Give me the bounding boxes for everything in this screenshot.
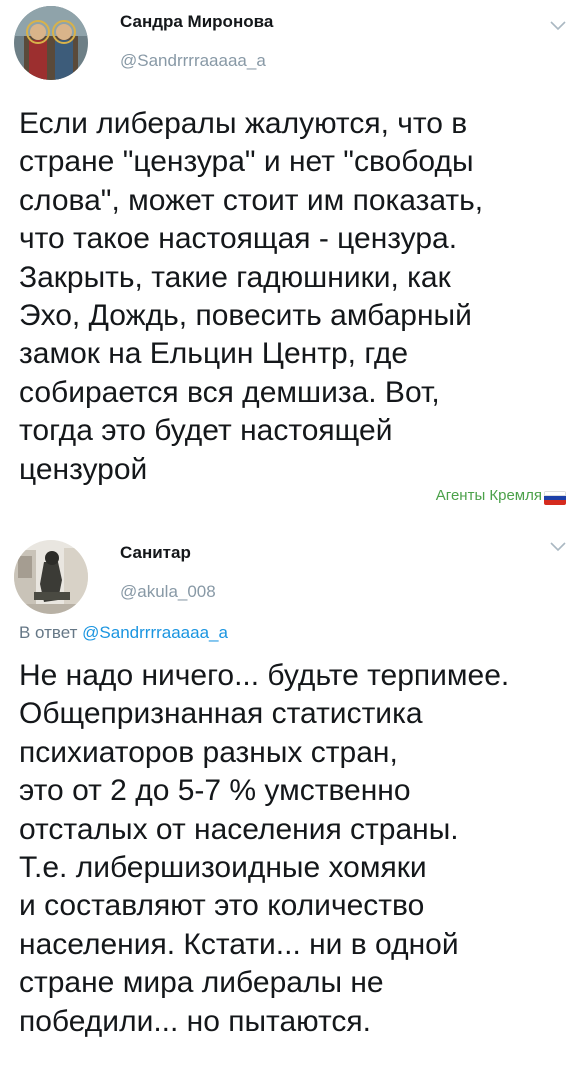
reply-prefix: В ответ (19, 623, 83, 642)
chevron-down-icon[interactable] (550, 19, 566, 31)
reply-handle-link[interactable]: @Sandrrrraaaaa_a (82, 623, 228, 642)
reply-context: В ответ @Sandrrrraaaaa_a (19, 623, 228, 643)
author-name[interactable]: Санитар (120, 543, 191, 563)
author-handle[interactable]: @akula_008 (120, 582, 216, 602)
avatar-icon[interactable] (14, 540, 88, 614)
tweet: Сандра Миронова @Sandrrrraaaaa_a Если ли… (0, 0, 582, 528)
tweet-text: Если либералы жалуются, что в стране "це… (19, 107, 484, 486)
author-name[interactable]: Сандра Миронова (120, 12, 273, 32)
avatar-icon[interactable] (14, 6, 88, 80)
chevron-down-icon[interactable] (550, 540, 566, 552)
russian-flag-icon (544, 491, 566, 505)
tweet: Санитар @akula_008 В ответ @Sandrrrraaaa… (0, 528, 582, 1080)
tweet-text: Не надо ничего... будьте терпимее. Общеп… (19, 659, 510, 1038)
watermark-label: Агенты Кремля (435, 487, 542, 504)
author-handle[interactable]: @Sandrrrraaaaa_a (120, 51, 266, 71)
